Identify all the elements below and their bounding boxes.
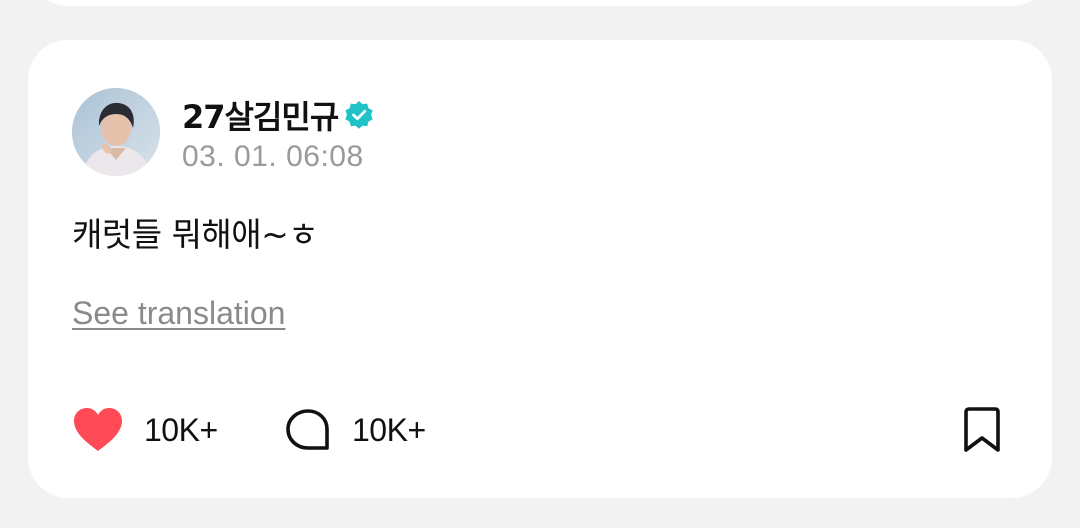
like-count: 10K+ <box>144 411 218 448</box>
author-row: 27살김민규 <box>182 92 374 138</box>
author-name[interactable]: 27살김민규 <box>182 92 339 138</box>
comment-bubble-icon <box>286 409 329 450</box>
avatar-image <box>72 88 160 176</box>
heart-icon <box>74 408 122 451</box>
post-text: 캐럿들 뭐해애~ㅎ <box>72 215 319 254</box>
previous-post-card <box>28 0 1052 6</box>
bookmark-icon <box>964 407 1000 452</box>
bookmark-button[interactable] <box>956 404 1008 456</box>
author-avatar[interactable] <box>72 88 160 176</box>
verified-badge-icon <box>345 101 373 129</box>
post-timestamp: 03. 01. 06:08 <box>182 140 364 173</box>
comment-count: 10K+ <box>352 411 426 448</box>
comment-button[interactable]: 10K+ <box>284 404 426 456</box>
see-translation-link[interactable]: See translation <box>72 295 285 332</box>
post-card: 27살김민규 03. 01. 06:08 캐럿들 뭐해애~ㅎ See trans… <box>28 40 1052 498</box>
like-button[interactable]: 10K+ <box>72 404 218 456</box>
